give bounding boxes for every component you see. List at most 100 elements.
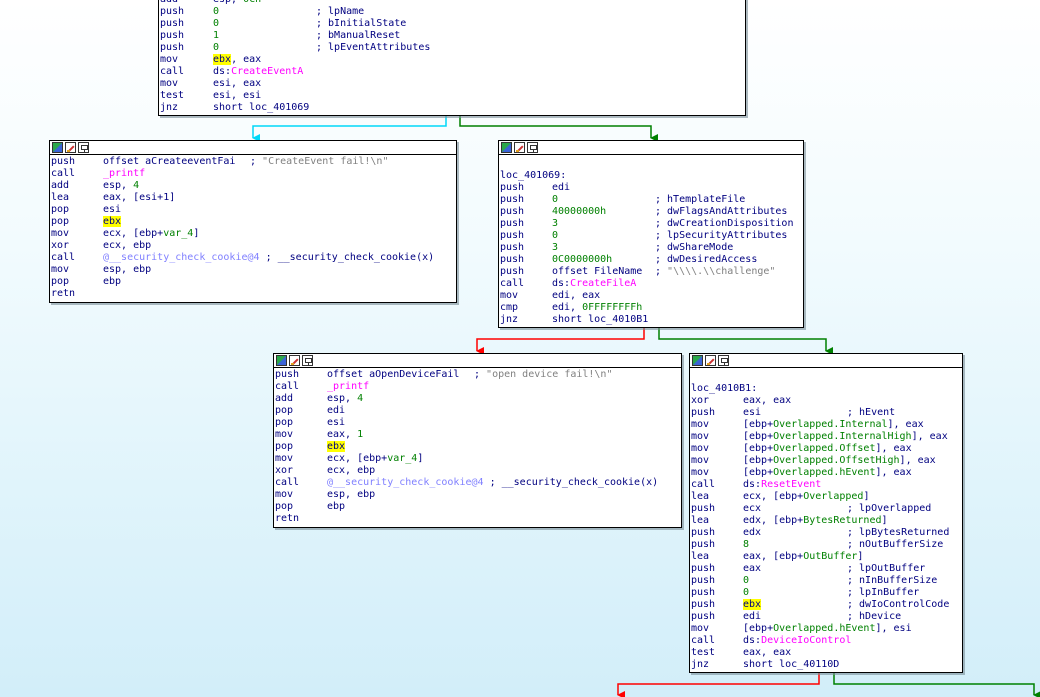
instruction-line[interactable]: pop edi	[275, 405, 681, 417]
instruction-line[interactable]: mov [ebp+Overlapped.hEvent], eax	[691, 467, 962, 479]
instruction-line[interactable]: retn	[51, 288, 456, 300]
instruction-line[interactable]: call ds:CreateFileA	[500, 278, 803, 290]
instruction-line[interactable]: call @__security_check_cookie@4 ; __secur…	[51, 252, 456, 264]
instruction-line[interactable]: push 0 ; lpName	[160, 6, 745, 18]
instruction-line[interactable]: mov eax, 1	[275, 429, 681, 441]
instruction-line[interactable]: push 0 ; bInitialState	[160, 18, 745, 30]
instruction-line[interactable]: pop esi	[51, 204, 456, 216]
instruction-line[interactable]: push ebx ; dwIoControlCode	[691, 599, 962, 611]
instruction-line[interactable]: cmp edi, 0FFFFFFFFh	[500, 302, 803, 314]
api-name[interactable]: ResetEvent	[761, 479, 821, 490]
color-icon[interactable]	[276, 355, 287, 366]
instruction-line[interactable]: push 1 ; bManualReset	[160, 30, 745, 42]
location-label[interactable]: loc_4010B1:	[691, 383, 757, 394]
instruction-line[interactable]: push ecx ; lpOverlapped	[691, 503, 962, 515]
graph-overview-icon[interactable]	[78, 142, 89, 153]
instruction-line[interactable]: pop ebx	[51, 216, 456, 228]
instruction-line[interactable]: jnz short loc_4010B1	[500, 314, 803, 326]
highlighted-register[interactable]: ebx	[743, 599, 762, 610]
graph-overview-icon[interactable]	[718, 355, 729, 366]
instruction-line[interactable]: mov esi, eax	[160, 78, 745, 90]
graph-overview-icon[interactable]	[527, 142, 538, 153]
block-create-event[interactable]: addesp, 0Chpush0; lpNamepush0; bInitialS…	[158, 0, 746, 116]
instruction-line[interactable]: push 3 ; dwCreationDisposition	[500, 218, 803, 230]
code-label[interactable]: loc_401069:	[500, 170, 803, 182]
instruction-line[interactable]: call ds:ResetEvent	[691, 479, 962, 491]
instruction-line[interactable]: lea edx, [ebp+BytesReturned]	[691, 515, 962, 527]
instruction-line[interactable]: push edi	[500, 182, 803, 194]
rename-icon[interactable]	[289, 355, 300, 366]
instruction-line[interactable]: push 0 ; nInBufferSize	[691, 575, 962, 587]
instruction-line[interactable]: call _printf	[51, 168, 456, 180]
instruction-line[interactable]: pop ebx	[275, 441, 681, 453]
instruction-line[interactable]: call @__security_check_cookie@4 ; __secur…	[275, 477, 681, 489]
rename-icon[interactable]	[705, 355, 716, 366]
instruction-line[interactable]: mov ecx, [ebp+var_4]	[275, 453, 681, 465]
instruction-line[interactable]: mov [ebp+Overlapped.Offset], eax	[691, 443, 962, 455]
graph-overview-icon[interactable]	[302, 355, 313, 366]
api-name[interactable]: DeviceIoControl	[761, 635, 851, 646]
api-name[interactable]: _printf	[103, 168, 145, 179]
instruction-line[interactable]: test esi, esi	[160, 90, 745, 102]
instruction-line[interactable]: push 0 ; lpEventAttributes	[160, 42, 745, 54]
color-icon[interactable]	[692, 355, 703, 366]
instruction-line[interactable]: push 0C0000000h ; dwDesiredAccess	[500, 254, 803, 266]
instruction-line[interactable]: push edx ; lpBytesReturned	[691, 527, 962, 539]
instruction-line[interactable]: push 0 ; lpInBuffer	[691, 587, 962, 599]
block-loc-4010b1[interactable]: loc_4010B1: xor eax, eax push esi; hEvent mov…	[689, 353, 963, 673]
instruction-line[interactable]: push 3 ; dwShareMode	[500, 242, 803, 254]
instruction-line[interactable]: push 40000000h ; dwFlagsAndAttributes	[500, 206, 803, 218]
instruction-line[interactable]: call ds:DeviceIoControl	[691, 635, 962, 647]
api-name[interactable]: CreateFileA	[570, 278, 636, 289]
instruction-line[interactable]: retn	[275, 513, 681, 525]
instruction-line[interactable]: xor ecx, ebp	[275, 465, 681, 477]
block-create-event-fail[interactable]: push offset aCreateeventFai; "CreateEvent…	[49, 140, 457, 303]
location-label[interactable]: loc_401069:	[500, 170, 566, 181]
block-open-device-fail[interactable]: push offset aOpenDeviceFail; "open device…	[273, 353, 682, 528]
instruction-line[interactable]: push 0 ; lpSecurityAttributes	[500, 230, 803, 242]
instruction-line[interactable]: add esp, 4	[275, 393, 681, 405]
instruction-line[interactable]: mov edi, eax	[500, 290, 803, 302]
rename-icon[interactable]	[514, 142, 525, 153]
rename-icon[interactable]	[65, 142, 76, 153]
instruction-line[interactable]: push offset aOpenDeviceFail; "open device…	[275, 369, 681, 381]
instruction-line[interactable]: xor eax, eax	[691, 395, 962, 407]
instruction-line[interactable]: push eax ; lpOutBuffer	[691, 563, 962, 575]
instruction-line[interactable]: mov [ebp+Overlapped.hEvent], esi	[691, 623, 962, 635]
code-label[interactable]: loc_4010B1:	[691, 383, 962, 395]
color-icon[interactable]	[52, 142, 63, 153]
instruction-line[interactable]: push offset aCreateeventFai; "CreateEvent…	[51, 156, 456, 168]
instruction-line[interactable]: push 8 ; nOutBufferSize	[691, 539, 962, 551]
instruction-line[interactable]: pop ebp	[275, 501, 681, 513]
instruction-line[interactable]: jnz short loc_401069	[160, 102, 745, 114]
instruction-line[interactable]: add esp, 4	[51, 180, 456, 192]
instruction-line[interactable]: mov esp, ebp	[51, 264, 456, 276]
instruction-line[interactable]: lea ecx, [ebp+Overlapped]	[691, 491, 962, 503]
color-icon[interactable]	[501, 142, 512, 153]
instruction-line[interactable]: call ds:CreateEventA	[160, 66, 745, 78]
instruction-line[interactable]: lea eax, [ebp+OutBuffer]	[691, 551, 962, 563]
instruction-line[interactable]: jnz short loc_40110D	[691, 659, 962, 671]
instruction-line[interactable]: mov [ebp+Overlapped.InternalHigh], eax	[691, 431, 962, 443]
instruction-line[interactable]: push offset FileName; "\\\\.\\challenge"	[500, 266, 803, 278]
api-name[interactable]: _printf	[327, 381, 369, 392]
instruction-line[interactable]: call _printf	[275, 381, 681, 393]
instruction-line[interactable]: push edi ; hDevice	[691, 611, 962, 623]
block-loc-401069[interactable]: loc_401069: push edi push 0; hTemplateFile pu…	[498, 140, 804, 328]
highlighted-register[interactable]: ebx	[213, 54, 232, 65]
instruction-line[interactable]: push esi ; hEvent	[691, 407, 962, 419]
instruction-line[interactable]: lea eax, [esi+1]	[51, 192, 456, 204]
instruction-line[interactable]: mov esp, ebp	[275, 489, 681, 501]
instruction-line[interactable]: pop ebp	[51, 276, 456, 288]
instruction-line[interactable]: pop esi	[275, 417, 681, 429]
highlighted-register[interactable]: ebx	[103, 216, 122, 227]
instruction-line[interactable]: test eax, eax	[691, 647, 962, 659]
instruction-line[interactable]: mov ebx, eax	[160, 54, 745, 66]
instruction-line[interactable]: push 0 ; hTemplateFile	[500, 194, 803, 206]
highlighted-register[interactable]: ebx	[327, 441, 346, 452]
api-name[interactable]: CreateEventA	[231, 66, 303, 77]
instruction-line[interactable]: mov [ebp+Overlapped.OffsetHigh], eax	[691, 455, 962, 467]
instruction-line[interactable]: mov [ebp+Overlapped.Internal], eax	[691, 419, 962, 431]
instruction-line[interactable]: xor ecx, ebp	[51, 240, 456, 252]
instruction-line[interactable]: mov ecx, [ebp+var_4]	[51, 228, 456, 240]
